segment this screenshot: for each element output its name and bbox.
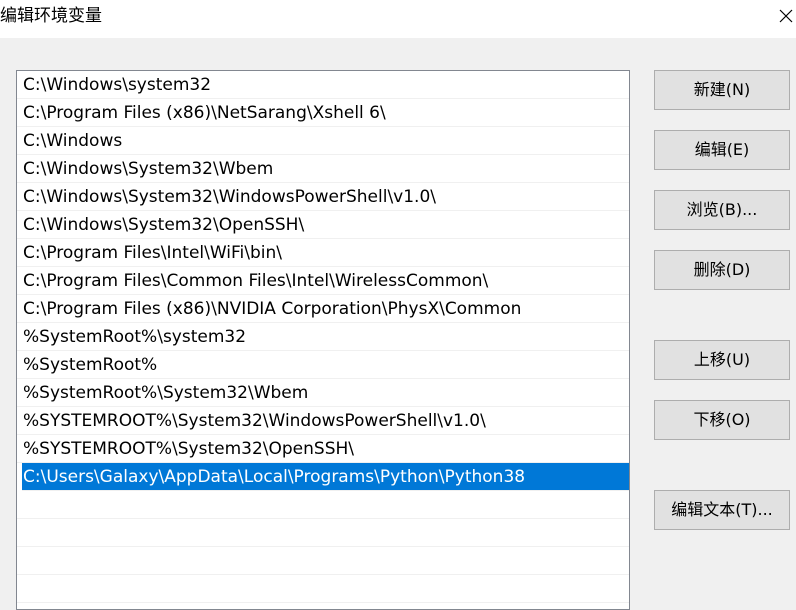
move-up-button[interactable]: 上移(U): [654, 340, 790, 380]
path-list[interactable]: C:\Windows\system32 C:\Program Files (x8…: [16, 70, 630, 610]
list-item[interactable]: C:\Program Files\Intel\WiFi\bin\: [17, 239, 629, 267]
window-title: 编辑环境变量: [0, 6, 102, 26]
list-item[interactable]: %SystemRoot%: [17, 351, 629, 379]
browse-button[interactable]: 浏览(B)...: [654, 190, 790, 230]
list-item[interactable]: C:\Windows\System32\Wbem: [17, 155, 629, 183]
list-item[interactable]: %SYSTEMROOT%\System32\WindowsPowerShell\…: [17, 407, 629, 435]
list-item[interactable]: C:\Windows\System32\WindowsPowerShell\v1…: [17, 183, 629, 211]
empty-row[interactable]: [17, 547, 629, 575]
list-item[interactable]: C:\Program Files (x86)\NetSarang\Xshell …: [17, 99, 629, 127]
list-item[interactable]: C:\Program Files (x86)\NVIDIA Corporatio…: [17, 295, 629, 323]
list-item-selected[interactable]: C:\Users\Galaxy\AppData\Local\Programs\P…: [22, 463, 629, 491]
close-button[interactable]: [770, 0, 796, 34]
delete-button[interactable]: 删除(D): [654, 250, 790, 290]
list-item[interactable]: C:\Windows: [17, 127, 629, 155]
empty-row[interactable]: [17, 575, 629, 603]
edit-text-button[interactable]: 编辑文本(T)...: [654, 490, 790, 530]
close-icon: [779, 9, 793, 23]
edit-button[interactable]: 编辑(E): [654, 130, 790, 170]
list-item[interactable]: %SystemRoot%\System32\Wbem: [17, 379, 629, 407]
list-item[interactable]: %SYSTEMROOT%\System32\OpenSSH\: [17, 435, 629, 463]
empty-row[interactable]: [17, 519, 629, 547]
list-item[interactable]: C:\Windows\system32: [17, 71, 629, 99]
list-item[interactable]: C:\Windows\System32\OpenSSH\: [17, 211, 629, 239]
list-item[interactable]: %SystemRoot%\system32: [17, 323, 629, 351]
list-item[interactable]: C:\Program Files\Common Files\Intel\Wire…: [17, 267, 629, 295]
title-bar: 编辑环境变量: [0, 0, 796, 38]
move-down-button[interactable]: 下移(O): [654, 400, 790, 440]
new-button[interactable]: 新建(N): [654, 70, 790, 110]
empty-row[interactable]: [17, 491, 629, 519]
